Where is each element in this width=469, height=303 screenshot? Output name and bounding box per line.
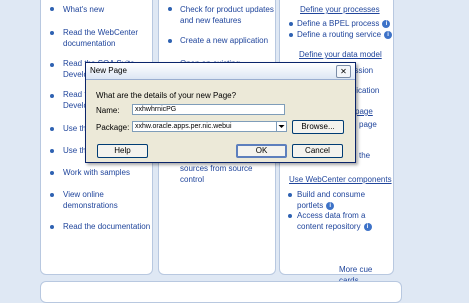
close-icon[interactable]: ✕ (336, 65, 351, 78)
header-define-processes[interactable]: Define your processes (300, 4, 380, 15)
link-build-portlets[interactable]: Build and consume portlets i (297, 189, 389, 211)
cancel-button[interactable]: Cancel (292, 144, 343, 158)
bullet-icon (50, 225, 54, 229)
bullet-icon (288, 193, 292, 197)
bullet-icon (50, 94, 54, 98)
bullet-icon (50, 7, 54, 11)
dialog-prompt: What are the details of your new Page? (96, 91, 237, 100)
routing-label[interactable]: Define a routing service (297, 30, 381, 39)
bullet-icon (289, 33, 293, 37)
link-bpel-process[interactable]: Define a BPEL process i (297, 18, 393, 29)
link-check-updates[interactable]: Check for product updates and new featur… (180, 4, 274, 26)
help-button[interactable]: Help (97, 144, 148, 158)
partial-link-page[interactable]: page (359, 119, 377, 130)
bullet-icon (50, 171, 54, 175)
bullet-icon (50, 127, 54, 131)
info-icon[interactable]: i (382, 19, 391, 28)
bullet-icon (50, 31, 54, 35)
link-routing-service[interactable]: Define a routing service i (297, 29, 393, 40)
info-icon[interactable]: i (384, 30, 393, 39)
bullet-icon (289, 22, 293, 26)
browse-button[interactable]: Browse... (292, 120, 344, 134)
name-field[interactable]: xxhwhrnicPG (132, 104, 285, 115)
bullet-icon (168, 7, 172, 11)
source-control-text[interactable]: sources from source control (180, 163, 274, 185)
package-field[interactable]: xxhw.oracle.apps.per.nic.webui (132, 121, 287, 132)
name-label: Name: (96, 106, 120, 115)
repository-label[interactable]: Access data from a content repository (297, 211, 365, 231)
info-icon[interactable]: i (326, 201, 335, 210)
link-content-repository[interactable]: Access data from a content repository i (297, 210, 393, 232)
partial-link-page-header[interactable]: page (355, 106, 373, 117)
link-webcenter-docs[interactable]: Read the WebCenter documentation (63, 27, 149, 49)
package-label: Package: (96, 123, 130, 132)
ok-button[interactable]: OK (236, 144, 287, 158)
link-read-docs[interactable]: Read the documentation (63, 221, 153, 232)
link-create-application[interactable]: Create a new application (180, 35, 274, 46)
bottom-panel (40, 281, 402, 303)
bullet-icon (168, 39, 172, 43)
dropdown-arrow-icon[interactable] (276, 121, 287, 132)
partial-link-the[interactable]: the (359, 150, 370, 161)
dialog-titlebar[interactable]: New Page ✕ (86, 63, 355, 80)
link-online-demos[interactable]: View online demonstrations (63, 189, 133, 211)
bullet-icon (50, 63, 54, 67)
info-icon[interactable]: i (363, 222, 372, 231)
link-work-with-samples[interactable]: Work with samples (63, 167, 149, 178)
dialog-title: New Page (90, 66, 127, 75)
new-page-dialog: New Page ✕ What are the details of your … (85, 62, 356, 163)
bullet-icon (288, 214, 292, 218)
bullet-icon (50, 149, 54, 153)
header-define-data-model[interactable]: Define your data model (299, 49, 382, 60)
header-webcenter-components[interactable]: Use WebCenter components (289, 174, 392, 185)
bpel-label[interactable]: Define a BPEL process (297, 19, 379, 28)
link-whats-new[interactable]: What's new (63, 4, 149, 15)
bullet-icon (50, 193, 54, 197)
